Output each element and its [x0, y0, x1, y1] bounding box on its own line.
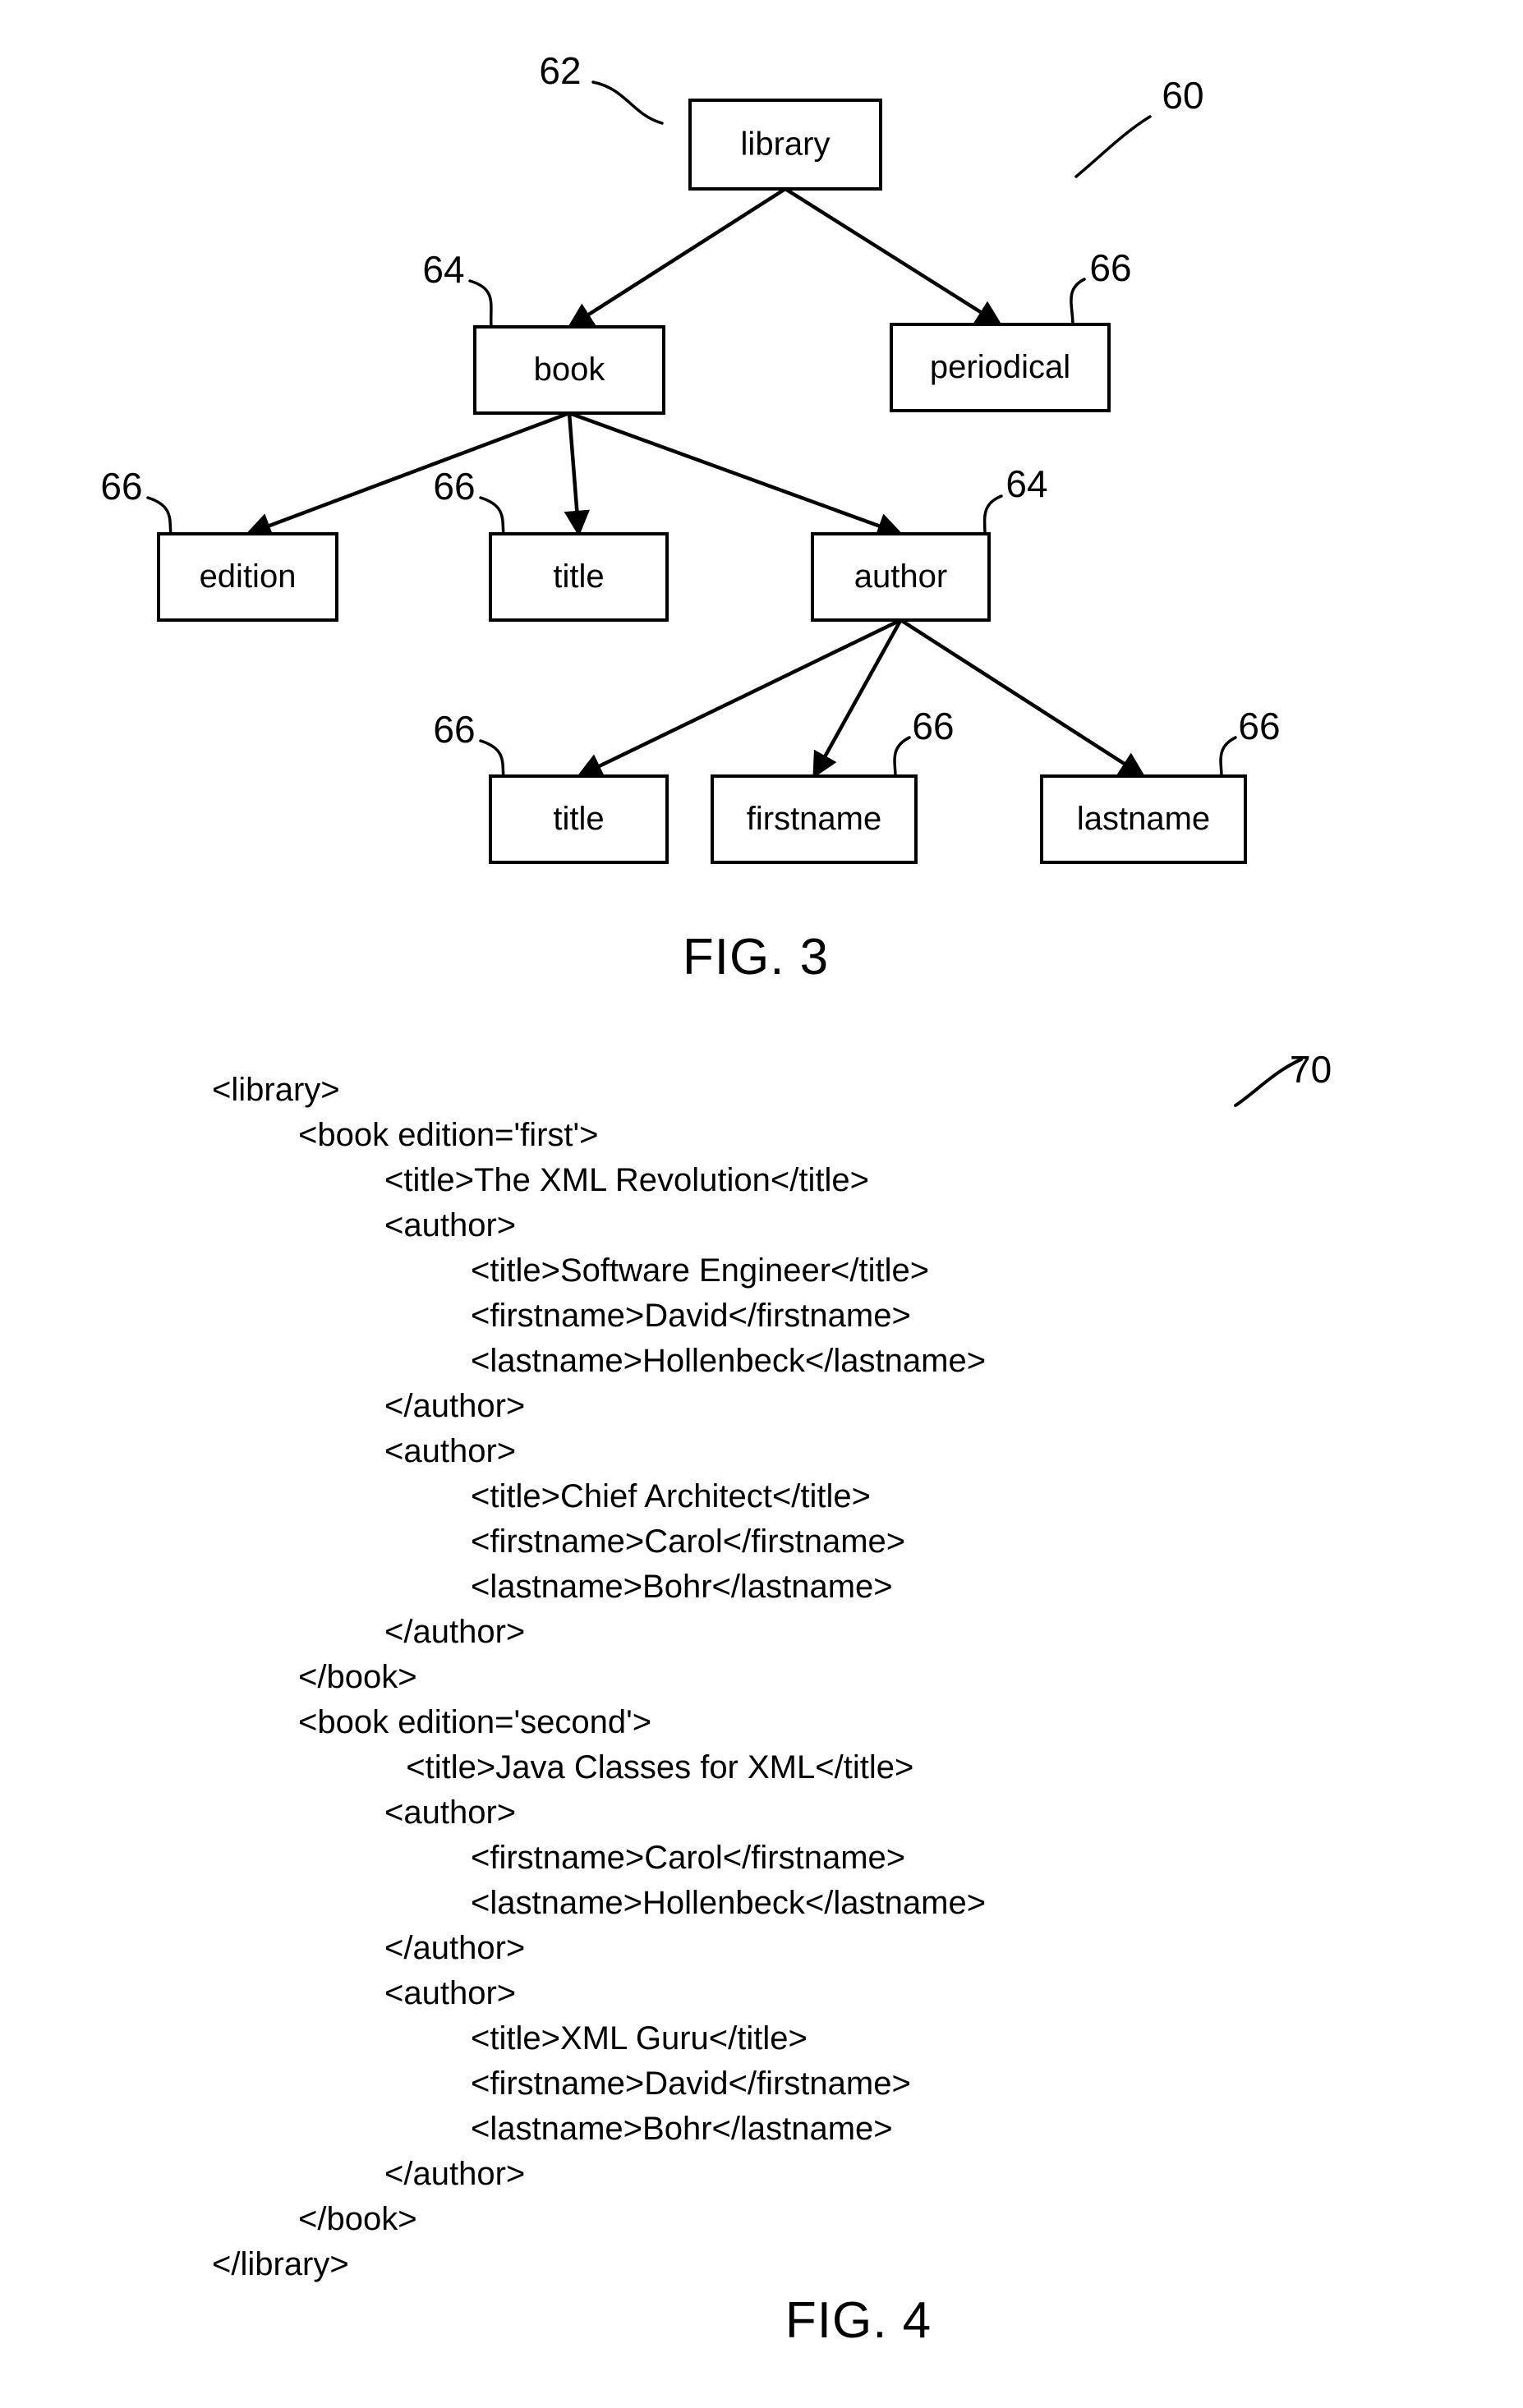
reference-numeral-firstname: 66 [912, 705, 954, 747]
xml-line: <title>XML Guru</title> [471, 2020, 808, 2056]
tree-node-title1[interactable]: title [489, 532, 669, 622]
tree-node-label-lastname: lastname [1077, 801, 1210, 837]
figure-3-tree-diagram: library book periodical edition title author t… [100, 49, 1281, 864]
xml-line: <library> [212, 1072, 340, 1108]
reference-lead-line-book [468, 279, 493, 329]
tree-nodes-group: library book periodical edition title author t… [157, 99, 1247, 864]
patent-figure-page: library book periodical edition title author t… [0, 0, 1523, 2408]
tree-node-edition[interactable]: edition [157, 532, 338, 622]
reference-lead-line-title2 [479, 739, 505, 779]
xml-line: </author> [384, 2156, 526, 2192]
reference-lead-line-lastname [1219, 736, 1237, 779]
tree-node-label-title1: title [553, 558, 604, 595]
reference-lead-line-firstname [893, 736, 911, 779]
tree-edge-author-to-title2 [576, 618, 902, 778]
xml-line: </author> [384, 1930, 526, 1966]
tree-node-label-edition: edition [200, 558, 297, 595]
tree-node-author[interactable]: author [811, 532, 991, 622]
reference-lead-line-author [982, 494, 1003, 536]
diagram-reference-lead-line [1074, 115, 1152, 178]
tree-edge-book-to-title1 [564, 412, 590, 537]
xml-line: </library> [212, 2246, 349, 2282]
reference-numeral-title1: 66 [433, 465, 475, 508]
reference-lead-line-title1 [479, 496, 505, 537]
tree-node-label-periodical: periodical [930, 349, 1070, 385]
xml-line: <book edition='first'> [298, 1117, 599, 1153]
reference-lead-line-library [591, 80, 664, 125]
tree-node-label-book: book [534, 352, 606, 388]
tree-node-lastname[interactable]: lastname [1040, 774, 1247, 864]
xml-line: <book edition='second'> [298, 1704, 652, 1740]
figure-3-caption: FIG. 3 [682, 929, 830, 986]
tree-node-label-library: library [741, 126, 831, 163]
tree-node-label-title2: title [553, 801, 604, 837]
tree-edge-book-to-author [568, 411, 904, 539]
xml-line: <author> [384, 1207, 517, 1243]
xml-line: <author> [384, 1795, 517, 1831]
tree-edge-author-to-lastname [900, 618, 1146, 778]
xml-line: <lastname>Bohr</lastname> [471, 2111, 893, 2147]
tree-node-book[interactable]: book [473, 325, 665, 415]
figure-4-caption: FIG. 4 [785, 2292, 932, 2349]
xml-line: <title>Software Engineer</title> [471, 1252, 930, 1289]
xml-line: <author> [384, 1975, 517, 2011]
xml-line: </book> [298, 2201, 417, 2237]
xml-line: <firstname>Carol</firstname> [471, 1523, 906, 1560]
tree-node-label-firstname: firstname [747, 801, 882, 837]
xml-line: </author> [384, 1388, 526, 1424]
reference-numeral-book: 64 [422, 248, 464, 291]
reference-numeral-periodical: 66 [1089, 246, 1131, 289]
xml-listing: <library> <book edition='first'> <title>Th… [0, 1068, 1523, 2287]
xml-line: <lastname>Bohr</lastname> [471, 1569, 893, 1605]
reference-numeral-title2: 66 [433, 708, 475, 751]
xml-line: <title>Java Classes for XML</title> [406, 1749, 914, 1785]
xml-line: </book> [298, 1659, 417, 1695]
tree-edge-library-to-book [567, 187, 787, 329]
xml-line: <title>The XML Revolution</title> [384, 1162, 869, 1198]
xml-line: <firstname>David</firstname> [471, 1298, 911, 1334]
xml-line: <lastname>Hollenbeck</lastname> [471, 1343, 987, 1379]
tree-node-library[interactable]: library [688, 99, 882, 191]
figure-4-xml-listing-block: <library> <book edition='first'> <title>Th… [0, 1068, 1523, 2287]
tree-edge-author-to-firstname [812, 618, 903, 779]
xml-line: <title>Chief Architect</title> [471, 1478, 871, 1514]
reference-numeral-author: 64 [1005, 462, 1047, 505]
tree-edge-library-to-periodical [784, 187, 1003, 326]
xml-line: <firstname>David</firstname> [471, 2066, 911, 2102]
reference-lead-line-edition [146, 496, 173, 537]
xml-line: <author> [384, 1433, 517, 1469]
tree-edge-book-to-edition [245, 411, 570, 538]
reference-lead-line-periodical [1070, 278, 1086, 327]
xml-line: <firstname>Carol</firstname> [471, 1840, 906, 1876]
tree-node-firstname[interactable]: firstname [711, 774, 918, 864]
reference-numeral-lastname: 66 [1238, 705, 1280, 747]
reference-numeral-library: 62 [539, 49, 581, 92]
tree-node-label-author: author [854, 558, 947, 595]
tree-node-periodical[interactable]: periodical [890, 323, 1111, 412]
tree-node-title2[interactable]: title [489, 774, 669, 864]
xml-line: </author> [384, 1614, 526, 1650]
xml-line: <lastname>Hollenbeck</lastname> [471, 1885, 987, 1921]
reference-numeral-edition: 66 [100, 465, 142, 508]
diagram-reference-numeral: 60 [1162, 74, 1203, 117]
